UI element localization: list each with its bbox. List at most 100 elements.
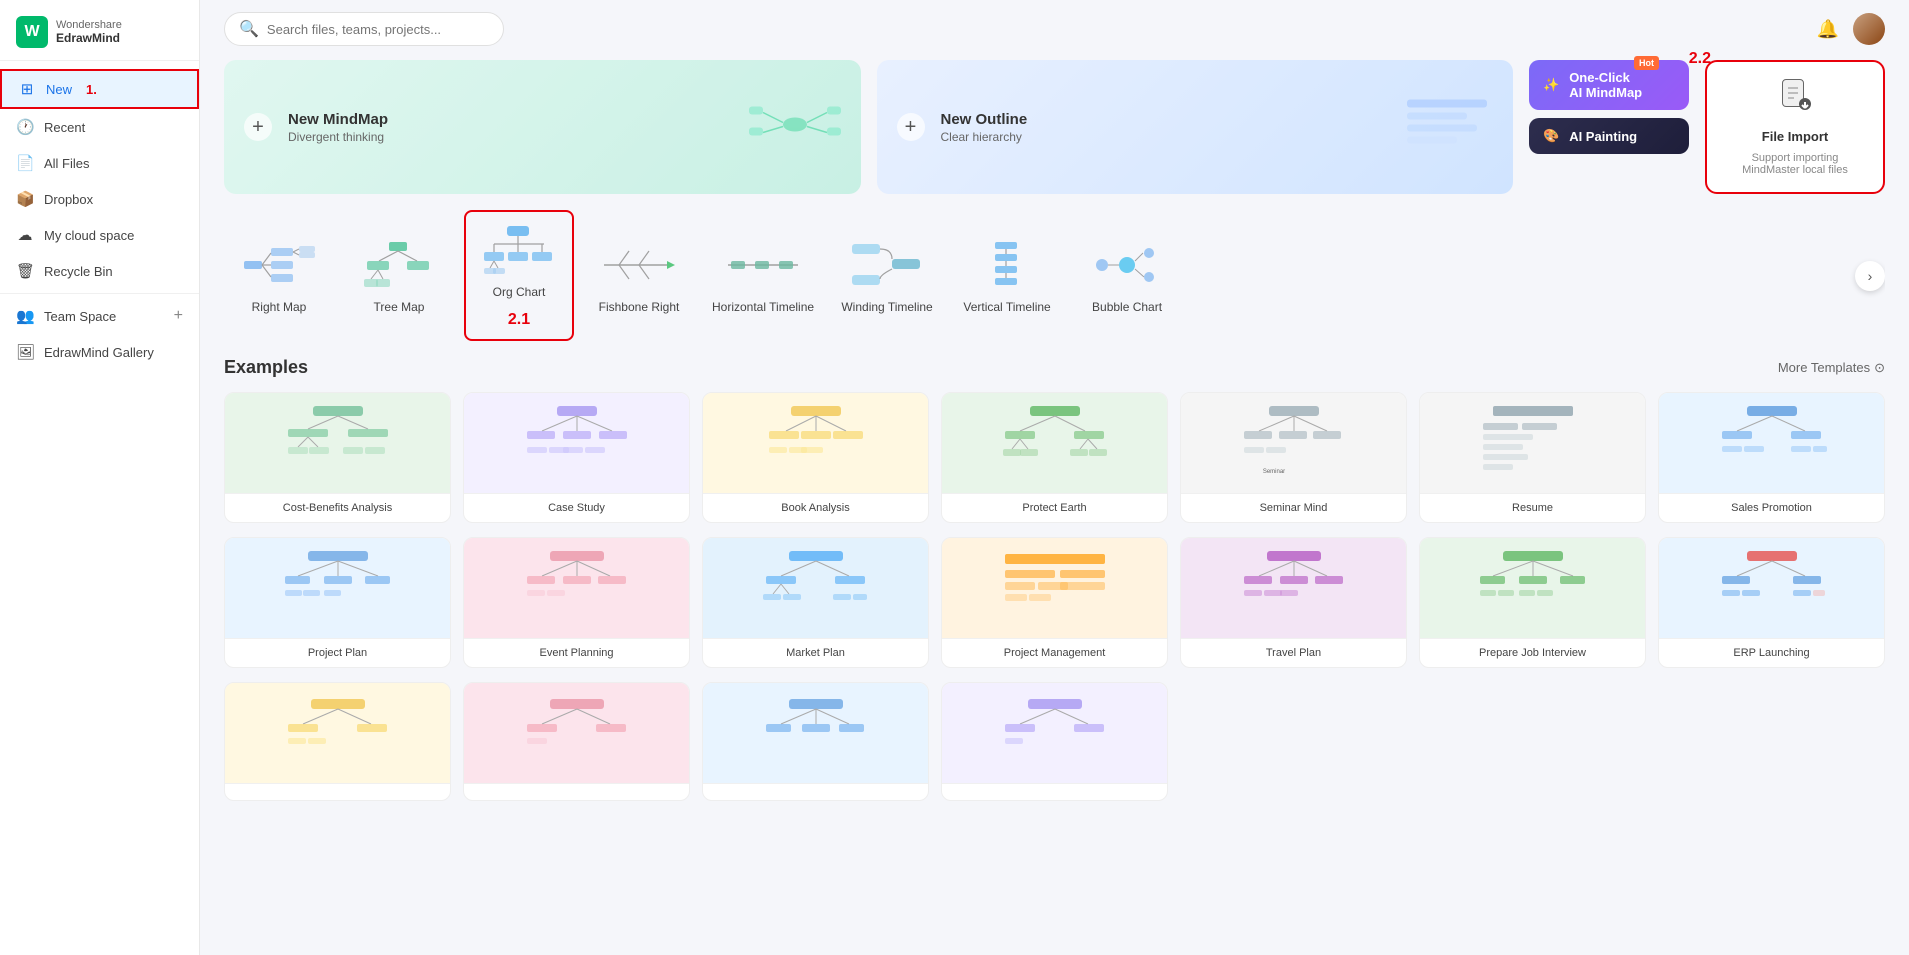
example-book-analysis[interactable]: Book Analysis — [702, 392, 929, 523]
mindmap-illustration — [745, 95, 845, 160]
row3-1-thumb — [225, 683, 450, 783]
examples-header: Examples More Templates ⊙ — [224, 357, 1885, 378]
example-seminar-mind[interactable]: Seminar Seminar Mind — [1180, 392, 1407, 523]
template-org-chart[interactable]: Org Chart 2.1 — [464, 210, 574, 341]
example-protect-earth[interactable]: Protect Earth — [941, 392, 1168, 523]
example-travel-plan[interactable]: Travel Plan — [1180, 537, 1407, 668]
ai-painting-card[interactable]: 🎨 AI Painting — [1529, 118, 1689, 154]
sidebar-item-team-space[interactable]: 👥 Team Space + — [0, 298, 199, 334]
row3-3-label — [703, 783, 928, 800]
new-mindmap-card[interactable]: + New MindMap Divergent thinking — [224, 60, 861, 194]
event-planning-label: Event Planning — [464, 638, 689, 667]
avatar-image — [1853, 13, 1885, 45]
winding-timeline-label: Winding Timeline — [841, 300, 932, 314]
market-plan-label: Market Plan — [703, 638, 928, 667]
cost-benefits-thumb — [225, 393, 450, 493]
horizontal-timeline-icon — [723, 237, 803, 292]
outline-card-text: New Outline Clear hierarchy — [941, 111, 1028, 144]
horizontal-timeline-label: Horizontal Timeline — [712, 300, 814, 314]
ai-painting-title: AI Painting — [1569, 129, 1637, 144]
ai-mindmap-title: One-ClickAI MindMap — [1569, 70, 1642, 100]
project-plan-label: Project Plan — [225, 638, 450, 667]
more-templates-link[interactable]: More Templates ⊙ — [1778, 360, 1885, 376]
templates-section: Right Map Tree — [200, 210, 1909, 357]
annotation-1: 1. — [86, 82, 97, 97]
templates-next-arrow[interactable]: › — [1855, 261, 1885, 291]
market-plan-thumb — [703, 538, 928, 638]
template-right-map[interactable]: Right Map — [224, 227, 334, 324]
example-prepare-job-interview[interactable]: Prepare Job Interview — [1419, 537, 1646, 668]
example-row3-1[interactable] — [224, 682, 451, 801]
mindmap-title: New MindMap — [288, 111, 388, 128]
template-vertical-timeline[interactable]: Vertical Timeline — [952, 227, 1062, 324]
example-project-plan[interactable]: Project Plan — [224, 537, 451, 668]
sidebar-item-recycle[interactable]: 🗑 Recycle Bin — [0, 253, 199, 289]
example-erp-launching[interactable]: ERP Launching — [1658, 537, 1885, 668]
example-market-plan[interactable]: Market Plan — [702, 537, 929, 668]
new-icon: ⊞ — [18, 80, 36, 98]
sidebar-item-dropbox-label: Dropbox — [44, 192, 93, 207]
prepare-job-interview-label: Prepare Job Interview — [1420, 638, 1645, 667]
search-box[interactable]: 🔍 — [224, 12, 504, 46]
erp-launching-thumb — [1659, 538, 1884, 638]
template-bubble-chart[interactable]: Bubble Chart — [1072, 227, 1182, 324]
sidebar-item-recent[interactable]: 🕐 Recent — [0, 109, 199, 145]
vertical-timeline-label: Vertical Timeline — [963, 300, 1050, 314]
user-avatar[interactable] — [1853, 13, 1885, 45]
outline-illustration — [1397, 95, 1497, 160]
template-tree-map[interactable]: Tree Map — [344, 227, 454, 324]
sidebar-item-dropbox[interactable]: 📦 Dropbox — [0, 181, 199, 217]
book-analysis-label: Book Analysis — [703, 493, 928, 522]
template-horizontal-timeline[interactable]: Horizontal Timeline — [704, 227, 822, 324]
template-fishbone[interactable]: Fishbone Right — [584, 227, 694, 324]
examples-row-3 — [224, 682, 1885, 801]
annotation-22-label: 2.2 — [1689, 50, 1711, 68]
sidebar-item-cloud-label: My cloud space — [44, 228, 134, 243]
logo-icon: W — [16, 16, 48, 48]
example-case-study[interactable]: Case Study — [463, 392, 690, 523]
sidebar-item-new[interactable]: ⊞ New 1. — [0, 69, 199, 109]
ai-section: ✨ One-ClickAI MindMap Hot 🎨 AI Painting — [1529, 60, 1689, 194]
erp-launching-label: ERP Launching — [1659, 638, 1884, 667]
svg-text:Seminar: Seminar — [1262, 469, 1284, 475]
example-cost-benefits[interactable]: Cost-Benefits Analysis — [224, 392, 451, 523]
example-row3-4[interactable] — [941, 682, 1168, 801]
example-row3-2[interactable] — [463, 682, 690, 801]
project-management-label: Project Management — [942, 638, 1167, 667]
example-project-management[interactable]: Project Management — [941, 537, 1168, 668]
resume-label: Resume — [1420, 493, 1645, 522]
examples-row-2: Project Plan Event P — [224, 537, 1885, 668]
add-team-icon[interactable]: + — [174, 307, 183, 325]
cost-benefits-label: Cost-Benefits Analysis — [225, 493, 450, 522]
file-import-card[interactable]: File Import Support importing MindMaster… — [1705, 60, 1885, 194]
sidebar-item-cloud[interactable]: ☁ My cloud space — [0, 217, 199, 253]
sidebar-item-all-files[interactable]: 📄 All Files — [0, 145, 199, 181]
example-event-planning[interactable]: Event Planning — [463, 537, 690, 668]
book-analysis-thumb — [703, 393, 928, 493]
search-input[interactable] — [267, 22, 489, 37]
example-sales-promotion[interactable]: Sales Promotion — [1658, 392, 1885, 523]
fishbone-label: Fishbone Right — [599, 300, 680, 314]
example-resume[interactable]: Resume — [1419, 392, 1646, 523]
team-icon: 👥 — [16, 307, 34, 325]
more-templates-icon: ⊙ — [1874, 360, 1885, 376]
ai-mindmap-card[interactable]: ✨ One-ClickAI MindMap Hot — [1529, 60, 1689, 110]
notification-bell-icon[interactable]: 🔔 — [1817, 19, 1839, 40]
dropbox-icon: 📦 — [16, 190, 34, 208]
team-space-label: Team Space — [44, 309, 116, 324]
vertical-timeline-icon — [967, 237, 1047, 292]
template-winding-timeline[interactable]: Winding Timeline — [832, 227, 942, 324]
cloud-icon: ☁ — [16, 226, 34, 244]
tree-map-icon — [359, 237, 439, 292]
example-row3-3[interactable] — [702, 682, 929, 801]
file-import-subtitle: Support importing MindMaster local files — [1723, 152, 1867, 176]
topbar-right: 🔔 — [1817, 13, 1885, 45]
annotation-21-label: 2.1 — [508, 311, 530, 329]
row3-4-label — [942, 783, 1167, 800]
new-outline-card[interactable]: + New Outline Clear hierarchy — [877, 60, 1514, 194]
prepare-job-interview-thumb — [1420, 538, 1645, 638]
sales-promotion-label: Sales Promotion — [1659, 493, 1884, 522]
templates-row: Right Map Tree — [224, 210, 1885, 341]
sidebar-item-gallery[interactable]: 🖼 EdrawMind Gallery — [0, 334, 199, 370]
product-name: EdrawMind — [56, 31, 122, 45]
